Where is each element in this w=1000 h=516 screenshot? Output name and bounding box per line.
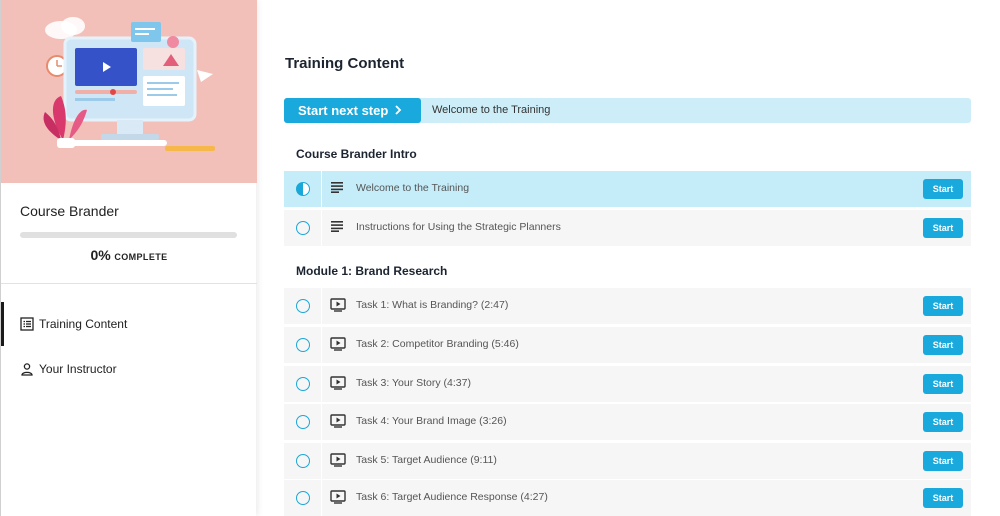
- video-icon: [330, 414, 346, 430]
- item-title: Task 1: What is Branding? (2:47): [356, 299, 509, 311]
- chevron-right-icon: [393, 104, 403, 119]
- status-not-started-icon: [296, 221, 310, 235]
- row-separator: [321, 404, 322, 440]
- row-separator: [321, 443, 322, 479]
- row-separator: [321, 210, 322, 246]
- start-button[interactable]: Start: [923, 179, 963, 199]
- item-title: Welcome to the Training: [356, 182, 470, 194]
- start-button[interactable]: Start: [923, 488, 963, 508]
- list-item[interactable]: Task 6: Target Audience Response (4:27) …: [284, 480, 971, 516]
- start-next-step-button[interactable]: Start next step: [284, 98, 421, 123]
- list-item[interactable]: Task 1: What is Branding? (2:47) Start: [284, 288, 971, 324]
- row-separator: [321, 480, 322, 516]
- sidebar-item-label: Training Content: [39, 317, 128, 331]
- video-icon: [330, 337, 346, 353]
- sidebar-item-label: Your Instructor: [39, 362, 117, 376]
- row-separator: [321, 171, 322, 207]
- start-button[interactable]: Start: [923, 218, 963, 238]
- list-item[interactable]: Welcome to the Training Start: [284, 171, 971, 207]
- progress-percent: 0%: [90, 247, 111, 263]
- text-icon: [330, 220, 346, 236]
- sidebar-divider: [1, 283, 257, 284]
- row-separator: [321, 288, 322, 324]
- computer-monitor-illustration: [43, 17, 215, 151]
- sidebar-item-training-content[interactable]: Training Content: [1, 302, 257, 346]
- text-icon: [330, 181, 346, 197]
- start-button[interactable]: Start: [923, 296, 963, 316]
- sidebar: Course Brander 0% COMPLETE Training Cont…: [0, 0, 257, 516]
- sidebar-item-your-instructor[interactable]: Your Instructor: [1, 347, 257, 391]
- item-title: Task 3: Your Story (4:37): [356, 377, 471, 389]
- start-button[interactable]: Start: [923, 412, 963, 432]
- item-title: Task 5: Target Audience (9:11): [356, 454, 497, 466]
- start-next-step-label: Start next step: [298, 103, 389, 118]
- status-not-started-icon: [296, 415, 310, 429]
- progress-text: 0% COMPLETE: [1, 247, 257, 263]
- list-item[interactable]: Task 3: Your Story (4:37) Start: [284, 366, 971, 402]
- status-in-progress-icon: [296, 182, 310, 196]
- course-title: Course Brander: [20, 203, 119, 219]
- person-icon: [20, 362, 34, 376]
- item-title: Instructions for Using the Strategic Pla…: [356, 221, 561, 233]
- item-title: Task 6: Target Audience Response (4:27): [356, 491, 548, 503]
- row-separator: [321, 366, 322, 402]
- course-hero-image: [1, 0, 257, 183]
- status-not-started-icon: [296, 299, 310, 313]
- video-icon: [330, 453, 346, 469]
- section-title: Course Brander Intro: [296, 147, 417, 161]
- video-icon: [330, 490, 346, 506]
- status-not-started-icon: [296, 491, 310, 505]
- start-button[interactable]: Start: [923, 374, 963, 394]
- progress-bar: [20, 232, 237, 238]
- section-title: Module 1: Brand Research: [296, 264, 448, 278]
- row-separator: [321, 327, 322, 363]
- page-title: Training Content: [285, 55, 405, 72]
- start-button[interactable]: Start: [923, 335, 963, 355]
- status-not-started-icon: [296, 454, 310, 468]
- progress-label: COMPLETE: [114, 252, 168, 262]
- list-item[interactable]: Task 4: Your Brand Image (3:26) Start: [284, 404, 971, 440]
- status-not-started-icon: [296, 377, 310, 391]
- video-icon: [330, 298, 346, 314]
- next-step-current: Welcome to the Training: [432, 104, 551, 116]
- list-icon: [20, 317, 34, 331]
- video-icon: [330, 376, 346, 392]
- list-item[interactable]: Task 2: Competitor Branding (5:46) Start: [284, 327, 971, 363]
- status-not-started-icon: [296, 338, 310, 352]
- list-item[interactable]: Instructions for Using the Strategic Pla…: [284, 210, 971, 246]
- list-item[interactable]: Task 5: Target Audience (9:11) Start: [284, 443, 971, 479]
- start-button[interactable]: Start: [923, 451, 963, 471]
- item-title: Task 4: Your Brand Image (3:26): [356, 415, 507, 427]
- item-title: Task 2: Competitor Branding (5:46): [356, 338, 519, 350]
